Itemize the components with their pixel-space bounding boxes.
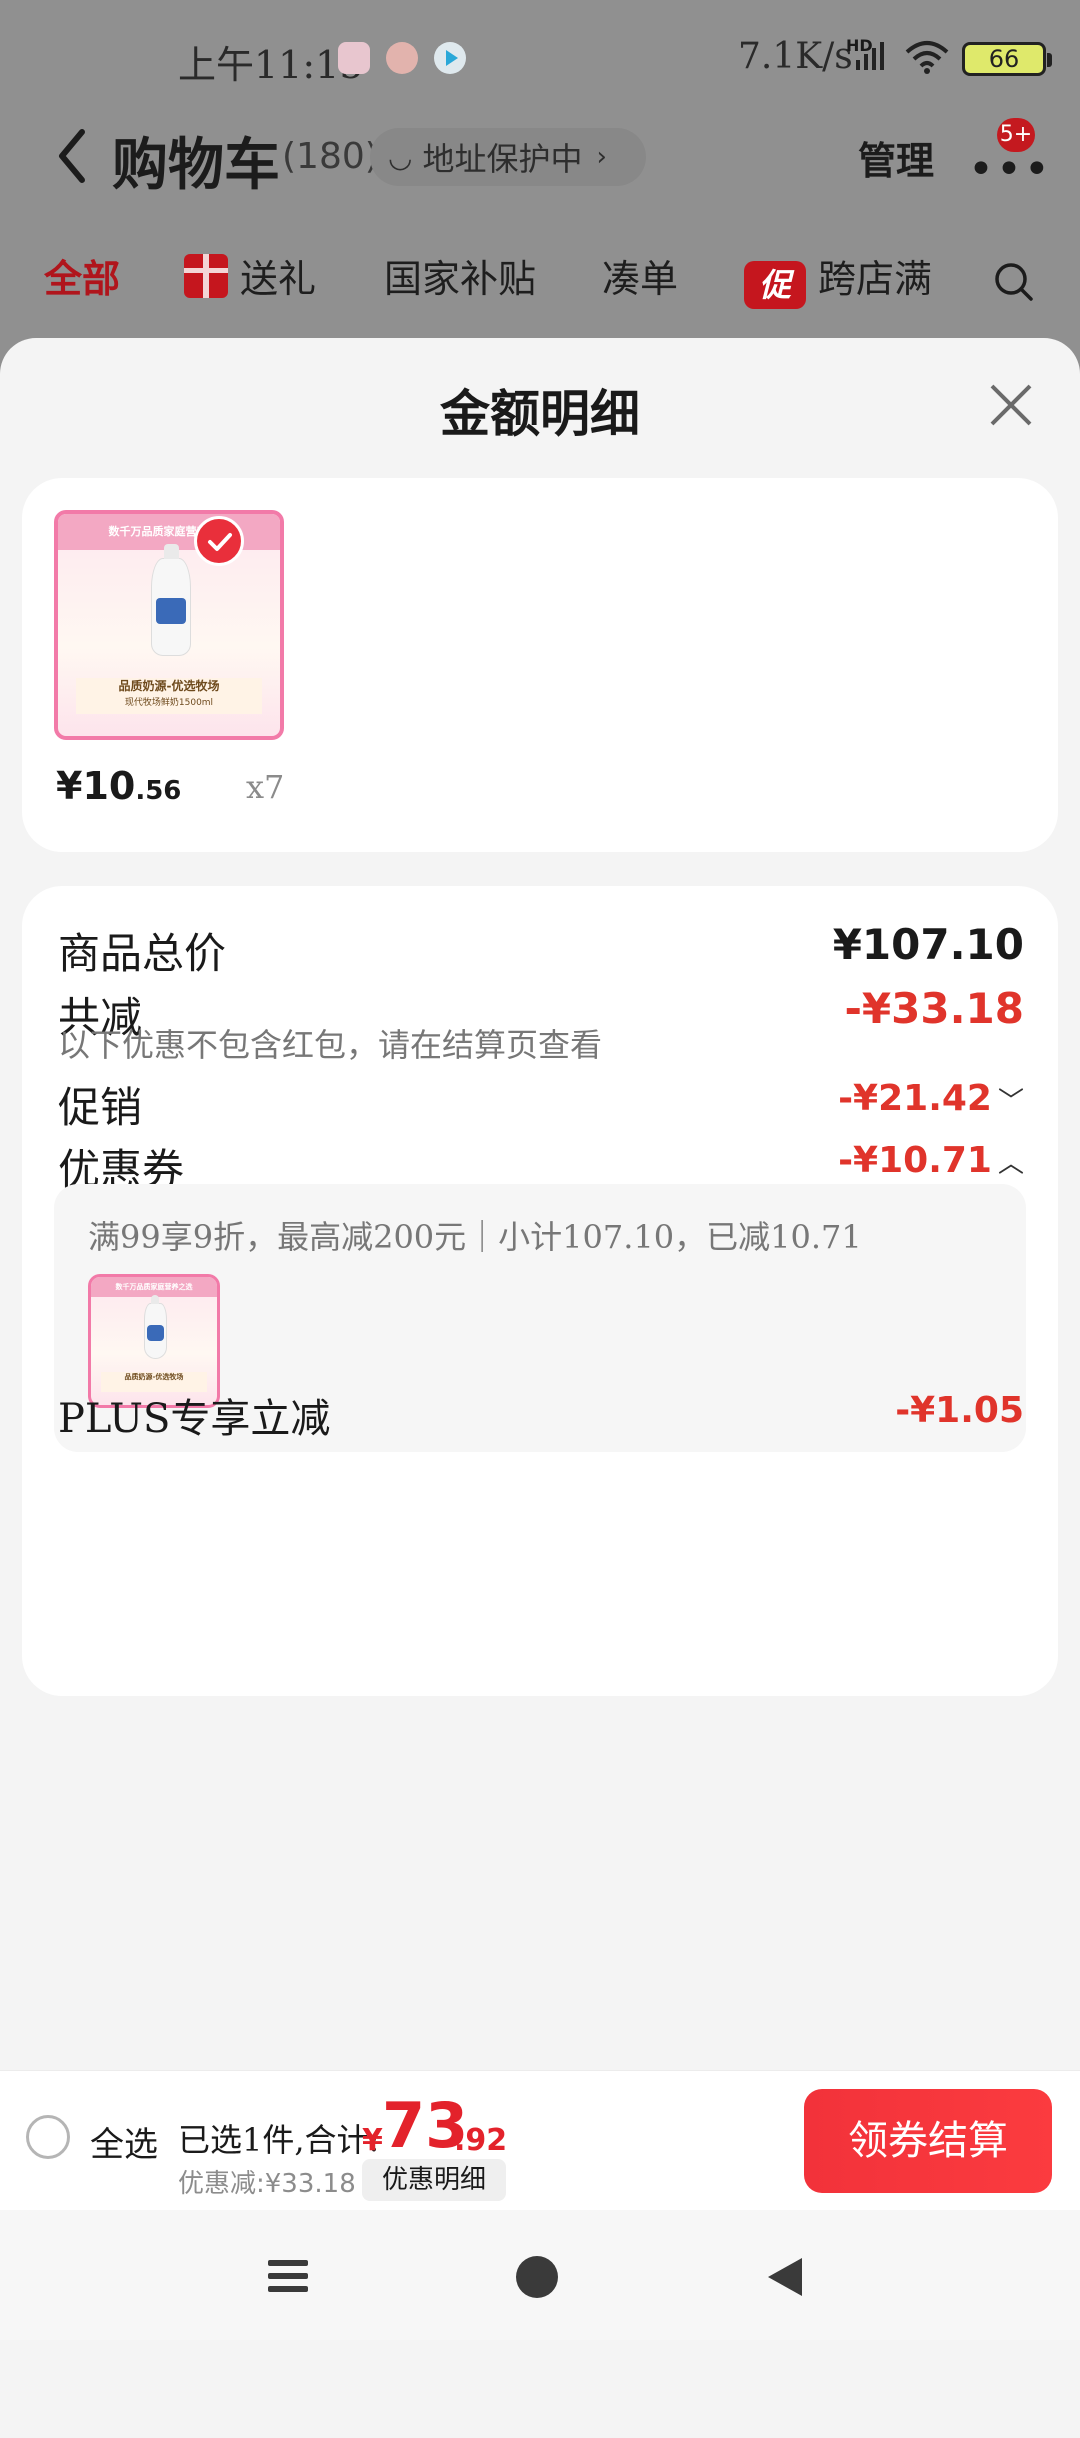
network-speed: 7.1K/s	[738, 36, 853, 77]
status-bar: 上午11:15 7.1K/s HD 66	[0, 0, 1080, 116]
system-nav-bar	[0, 2210, 1080, 2340]
unit-price-dec: .56	[135, 776, 182, 806]
milk-bottle-icon	[143, 1294, 167, 1359]
tab-gift-label: 送礼	[240, 257, 317, 301]
total-currency: ¥	[362, 2123, 383, 2158]
chevron-down-icon: ﹀	[997, 1087, 1024, 1117]
total-price-value: ¥107.10	[832, 920, 1024, 969]
milk-bottle-icon	[151, 544, 192, 657]
product-card: 数千万品质家庭营养之选 品质奶源-优选牧场 现代牧场鲜奶1500ml ¥10.5…	[22, 478, 1058, 852]
wifi-icon	[905, 41, 949, 74]
select-all-checkbox[interactable]	[26, 2115, 70, 2159]
selected-check-icon	[194, 516, 244, 566]
coupon-value: -¥10.71	[838, 1140, 992, 1181]
notification-app-icon	[338, 42, 370, 74]
tab-cross-store[interactable]: 促跨店满	[744, 248, 940, 309]
play-icon	[434, 42, 466, 74]
plus-discount-value: -¥1.05	[895, 1390, 1024, 1431]
tab-gift[interactable]: 送礼	[184, 248, 316, 303]
promo-row[interactable]: -¥21.42 ﹀	[838, 1078, 1024, 1119]
menu-icon[interactable]	[268, 2258, 308, 2294]
coupon-description: 满99享9折，最高减200元｜小计107.10，已减10.71	[88, 1218, 862, 1256]
promo-icon: 促	[744, 261, 806, 309]
product-caption-sub: 现代牧场鲜奶1500ml	[124, 698, 214, 709]
reduce-note: 以下优惠不包含红包，请在结算页查看	[58, 1026, 603, 1064]
promo-value: -¥21.42	[838, 1078, 992, 1119]
selected-summary: 已选1件,合计:	[178, 2121, 380, 2159]
address-protect-pill[interactable]: ◡ 地址保护中 ›	[370, 128, 646, 186]
status-time: 上午11:15	[178, 43, 364, 87]
chevron-up-icon: ︿	[997, 1149, 1024, 1179]
quantity: x7	[246, 768, 285, 806]
manage-button[interactable]: 管理	[858, 130, 934, 185]
close-icon[interactable]	[986, 380, 1036, 430]
tab-cross-store-label: 跨店满	[818, 257, 933, 301]
back-triangle-icon[interactable]	[766, 2256, 804, 2298]
notification-app-icon	[386, 42, 418, 74]
tab-all[interactable]: 全部	[44, 248, 120, 303]
gift-icon	[184, 254, 228, 298]
product-caption: 品质奶源-优选牧场 现代牧场鲜奶1500ml	[75, 678, 263, 714]
coupon-product-caption-main: 品质奶源-优选牧场	[124, 1372, 184, 1381]
plus-discount-label: PLUS专享立减	[58, 1396, 331, 1442]
page-title: 购物车	[112, 133, 280, 198]
sheet-title: 金额明细	[440, 385, 640, 443]
product-caption-main: 品质奶源-优选牧场	[118, 679, 220, 694]
product-image[interactable]: 数千万品质家庭营养之选 品质奶源-优选牧场 现代牧场鲜奶1500ml	[54, 510, 284, 740]
unit-price: ¥10.56	[56, 764, 181, 808]
search-icon[interactable]	[994, 262, 1034, 302]
category-tabs: 全部 送礼 国家补贴 凑单 促跨店满	[0, 248, 1080, 318]
checkout-button[interactable]: 领券结算	[804, 2089, 1052, 2193]
price-detail-card: 商品总价 ¥107.10 共减 -¥33.18 以下优惠不包含红包，请在结算页查…	[22, 886, 1058, 1696]
chevron-right-icon: ›	[596, 142, 607, 172]
cart-count: (180)	[282, 136, 379, 177]
checkout-bar: 全选 已选1件,合计: ¥ 73 .92 优惠减:¥33.18 优惠明细 领券结…	[0, 2070, 1080, 2211]
battery-icon: 66	[962, 42, 1052, 76]
message-badge: 5+	[997, 118, 1035, 152]
tab-add-on[interactable]: 凑单	[602, 248, 678, 303]
total-reduce-value: -¥33.18	[844, 984, 1024, 1033]
total-price-label: 商品总价	[58, 929, 227, 978]
tab-national-subsidy[interactable]: 国家补贴	[384, 248, 536, 303]
select-all-label[interactable]: 全选	[90, 2117, 158, 2166]
promo-label: 促销	[58, 1083, 143, 1132]
total-decimal: .92	[454, 2123, 508, 2158]
discount-detail-button[interactable]: 优惠明细	[362, 2159, 506, 2201]
signal-icon	[856, 42, 884, 70]
smile-icon: ◡	[388, 140, 413, 174]
unit-price-int: ¥10	[56, 764, 136, 808]
coupon-row[interactable]: -¥10.71 ︿	[838, 1140, 1024, 1181]
address-protect-label: 地址保护中	[422, 140, 583, 178]
home-icon[interactable]	[516, 2256, 558, 2298]
discount-summary: 优惠减:¥33.18	[178, 2169, 356, 2199]
back-arrow-icon[interactable]	[52, 126, 96, 186]
